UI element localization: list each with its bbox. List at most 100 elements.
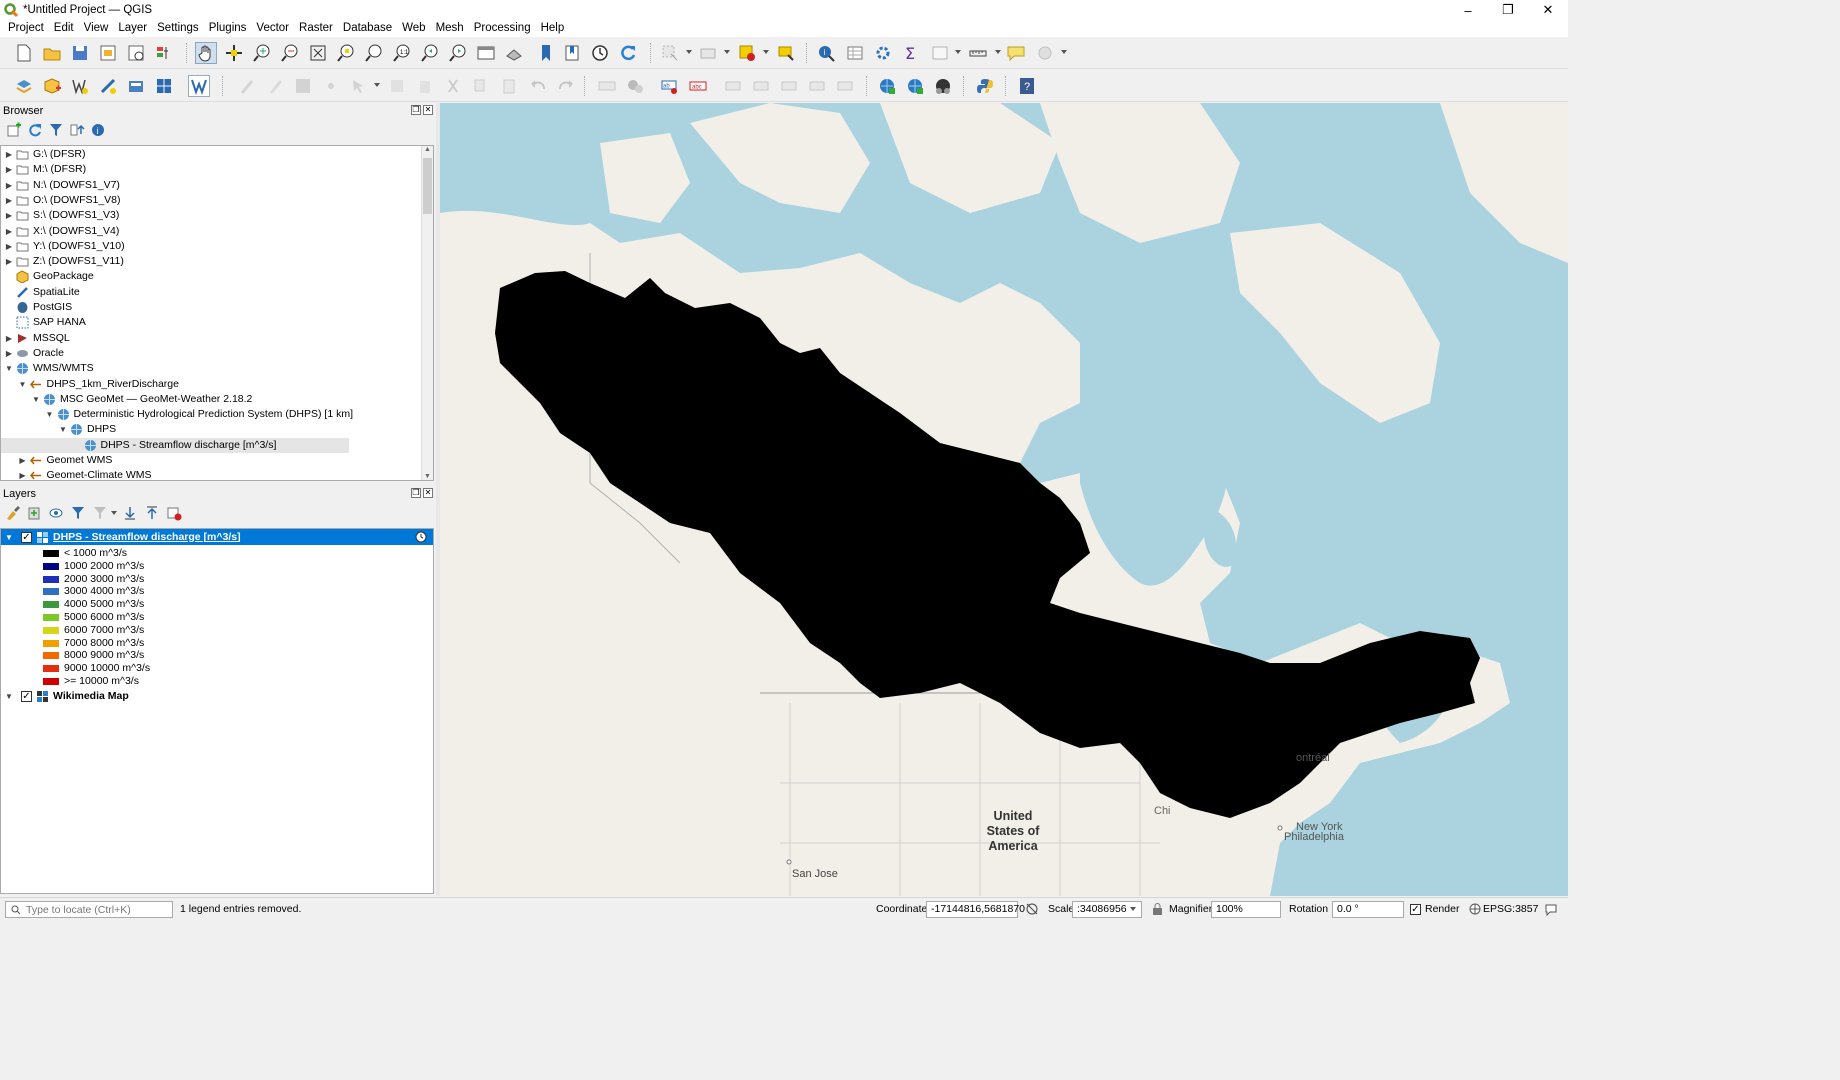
digitize-icon[interactable]	[320, 75, 342, 97]
zoom-in-icon[interactable]	[251, 42, 273, 64]
rotation-field[interactable]: 0.0 °	[1332, 901, 1404, 918]
expand-arrow-icon[interactable]: ▶	[19, 453, 27, 468]
expand-arrow-icon[interactable]: ▶	[19, 468, 27, 480]
browser-scrollbar-thumb[interactable]	[423, 158, 432, 214]
map-canvas[interactable]: United States of America San Jose New Yo…	[440, 103, 1568, 896]
layer-visibility-checkbox[interactable]: ✓	[21, 531, 32, 543]
crs-globe-icon[interactable]	[1469, 903, 1481, 915]
expand-all-icon[interactable]	[122, 505, 138, 521]
browser-item[interactable]: ▶ X:\ (DOWFS1_V4)	[1, 224, 119, 239]
browser-item[interactable]: ▶ Oracle	[1, 346, 64, 361]
browser-item[interactable]: SAP HANA	[1, 315, 86, 330]
field-calculator-icon[interactable]	[929, 42, 951, 64]
browser-item[interactable]: ▼ WMS/WMTS	[1, 361, 94, 376]
collapse-arrow-icon[interactable]: ▼	[19, 377, 27, 392]
browser-item[interactable]: PostGIS	[1, 300, 72, 315]
add-group-icon[interactable]	[26, 505, 42, 521]
python-console-icon[interactable]	[974, 75, 996, 97]
browser-item[interactable]: ▼ DHPS_1km_RiverDischarge	[1, 377, 179, 392]
map-tips-icon[interactable]	[1005, 42, 1027, 64]
toggle-editing-icon[interactable]	[264, 75, 286, 97]
menu-web[interactable]: Web	[397, 20, 430, 37]
add-wms-layer-icon[interactable]	[188, 75, 210, 97]
expand-arrow-icon[interactable]: ▶	[5, 193, 13, 208]
browser-item[interactable]: ▶ Geomet WMS	[1, 453, 112, 468]
highlight-pinned-labels-icon[interactable]: ab	[659, 75, 681, 97]
browser-scrollbar[interactable]: ▲ ▼	[421, 146, 433, 480]
render-checkbox[interactable]: ✓	[1410, 904, 1421, 915]
modify-attributes-icon[interactable]	[386, 75, 408, 97]
coordinate-field[interactable]: -17144816,5681870	[926, 901, 1025, 918]
menu-settings[interactable]: Settings	[152, 20, 204, 37]
layer-row-wikimedia[interactable]: ▼ ✓ Wikimedia Map	[1, 690, 129, 703]
expand-arrow-icon[interactable]: ▶	[5, 224, 13, 239]
expand-arrow-icon[interactable]: ▶	[5, 331, 13, 346]
layer-expand-arrow-icon[interactable]: ▼	[5, 531, 15, 544]
zoom-to-selection-icon[interactable]	[335, 42, 357, 64]
browser-item[interactable]: DHPS - Streamflow discharge [m^3/s]	[1, 437, 349, 453]
delete-selected-icon[interactable]	[414, 75, 436, 97]
new-spatialite-layer-icon[interactable]	[97, 75, 119, 97]
filter-legend-icon[interactable]	[70, 505, 86, 521]
zoom-last-icon[interactable]	[419, 42, 441, 64]
browser-item[interactable]: ▶ Geomet-Climate WMS	[1, 468, 151, 480]
filter-browser-icon[interactable]	[48, 122, 64, 138]
redo-icon[interactable]	[555, 75, 577, 97]
statistical-summary-icon[interactable]: Σ	[900, 42, 922, 64]
collapse-arrow-icon[interactable]: ▼	[59, 422, 67, 437]
collapse-arrow-icon[interactable]: ▼	[46, 407, 54, 422]
toggle-label-display-icon[interactable]: abc	[687, 75, 709, 97]
crs-label[interactable]: EPSG:3857	[1483, 903, 1538, 915]
current-edits-icon[interactable]	[236, 75, 258, 97]
menu-project[interactable]: Project	[3, 20, 49, 37]
open-attribute-table-icon[interactable]	[844, 42, 866, 64]
menu-help[interactable]: Help	[536, 20, 570, 37]
zoom-to-layer-icon[interactable]	[363, 42, 385, 64]
change-label-icon[interactable]	[834, 75, 856, 97]
show-hide-labels-icon[interactable]	[750, 75, 772, 97]
menu-vector[interactable]: Vector	[251, 20, 294, 37]
pin-labels-icon[interactable]	[722, 75, 744, 97]
properties-icon[interactable]: i	[90, 122, 106, 138]
maximize-button[interactable]: ❐	[1488, 0, 1528, 20]
new-project-icon[interactable]	[13, 42, 35, 64]
browser-item[interactable]: ▶ Z:\ (DOWFS1_V11)	[1, 254, 124, 269]
active-layer-name[interactable]: DHPS - Streamflow discharge [m^3/s]	[53, 531, 241, 544]
menu-database[interactable]: Database	[338, 20, 397, 37]
collapse-all-layers-icon[interactable]	[144, 505, 160, 521]
browser-item[interactable]: SpatiaLite	[1, 285, 80, 300]
close-panel-icon[interactable]: ✕	[423, 105, 433, 115]
select-by-value-icon[interactable]	[697, 42, 719, 64]
copy-features-icon[interactable]	[470, 75, 492, 97]
new-map-view-icon[interactable]	[475, 42, 497, 64]
new-3d-map-view-icon[interactable]	[503, 42, 525, 64]
menu-layer[interactable]: Layer	[113, 20, 152, 37]
map-svg[interactable]: United States of America San Jose New Yo…	[440, 103, 1568, 896]
expand-arrow-icon[interactable]: ▶	[5, 178, 13, 193]
zoom-native-icon[interactable]: 1:1	[391, 42, 413, 64]
lock-scale-icon[interactable]	[1152, 903, 1163, 915]
save-project-icon[interactable]	[69, 42, 91, 64]
annotation-icon[interactable]	[1034, 42, 1056, 64]
messages-icon[interactable]	[1544, 902, 1558, 916]
geomet-climate-plugin-icon[interactable]	[904, 75, 926, 97]
expand-arrow-icon[interactable]: ▶	[5, 162, 13, 177]
float-panel-icon[interactable]: ❐	[411, 105, 421, 115]
menu-view[interactable]: View	[79, 20, 114, 37]
menu-plugins[interactable]: Plugins	[204, 20, 252, 37]
expand-arrow-icon[interactable]: ▶	[5, 239, 13, 254]
move-label-icon[interactable]	[778, 75, 800, 97]
show-bookmarks-icon[interactable]	[561, 42, 583, 64]
browser-item[interactable]: ▼ Deterministic Hydrological Prediction S…	[1, 407, 353, 422]
pan-to-selection-icon[interactable]	[223, 42, 245, 64]
open-project-icon[interactable]	[41, 42, 63, 64]
browser-item[interactable]: ▶ N:\ (DOWFS1_V7)	[1, 178, 120, 193]
layer-diagram-icon[interactable]	[624, 75, 646, 97]
rotate-label-icon[interactable]	[806, 75, 828, 97]
extents-toggle-icon[interactable]	[1025, 902, 1039, 916]
browser-item[interactable]: ▶ MSSQL	[1, 331, 70, 346]
layout-manager-icon[interactable]	[125, 42, 147, 64]
float-layers-panel-icon[interactable]: ❐	[411, 488, 421, 498]
wikimedia-expand-arrow-icon[interactable]: ▼	[5, 690, 15, 703]
locator-bar[interactable]: Type to locate (Ctrl+K)	[5, 901, 173, 918]
